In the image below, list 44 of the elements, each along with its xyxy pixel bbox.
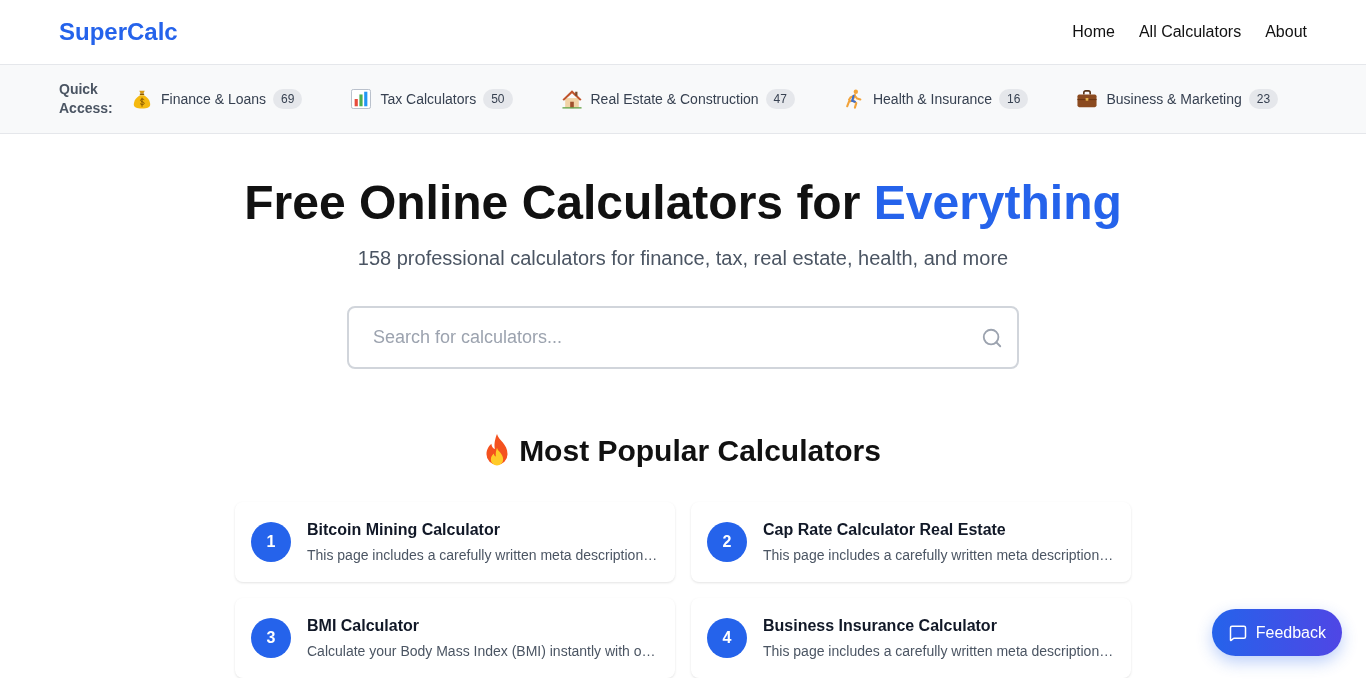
nav-link[interactable]: Home [1072, 23, 1115, 41]
rank-number: 3 [251, 618, 291, 658]
rank-number: 1 [251, 522, 291, 562]
fire-icon [485, 434, 510, 468]
card-title: Business Insurance Calculator [763, 616, 998, 636]
card-title: Bitcoin Mining Calculator [307, 520, 501, 540]
calculator-card[interactable]: 2 Cap Rate Calculator Real Estate This page includes a carefully written meta description… [691, 502, 1131, 582]
count-badge: 23 [1248, 89, 1279, 109]
calculator-card[interactable]: 4 Business Insurance Calculator This page includes a carefully written meta description… [691, 598, 1131, 678]
search-field[interactable]: Search for calculators... [347, 306, 1019, 369]
calculator-card[interactable]: 3 BMI Calculator Calculate your Body Mass Index (BMI) instantly with o… [235, 598, 675, 678]
money-bag-icon [132, 89, 152, 109]
feedback-button[interactable]: Feedback [1211, 609, 1342, 656]
card-description: This page includes a carefully written meta description… [307, 546, 658, 564]
category-link[interactable]: Real Estate & Construction [561, 89, 759, 109]
briefcase-icon [1077, 89, 1098, 109]
bar-chart-icon [351, 89, 372, 109]
rank-number: 4 [707, 618, 747, 658]
category-link[interactable]: Health & Insurance [843, 89, 993, 109]
calculator-card[interactable]: 1 Bitcoin Mining Calculator This page includes a carefully written meta description… [235, 502, 675, 582]
count-badge: 47 [765, 89, 795, 109]
category-link[interactable]: Finance & Loans [132, 89, 267, 109]
hero-subtitle: 158 professional calculators for finance, tax, real estate, health, and more [357, 246, 1009, 271]
card-title: Cap Rate Calculator Real Estate [763, 520, 1007, 540]
card-description: This page includes a carefully written meta description… [763, 642, 1114, 660]
count-badge: 69 [273, 89, 303, 109]
card-description: Calculate your Body Mass Index (BMI) instantly with o… [307, 642, 656, 660]
search-icon [981, 326, 1003, 349]
card-description: This page includes a carefully written meta description… [763, 546, 1114, 564]
nav-link[interactable]: About [1265, 23, 1307, 41]
nav-link[interactable]: All Calculators [1138, 23, 1242, 41]
house-icon [561, 89, 582, 109]
quick-access-label: Quick Access: [59, 80, 114, 118]
hero-title: Free Online Calculators for Everything [244, 175, 1122, 231]
count-badge: 50 [483, 89, 513, 109]
category-link[interactable]: Business & Marketing [1077, 89, 1242, 109]
card-title: BMI Calculator [307, 616, 420, 636]
chat-bubble-icon [1228, 623, 1247, 642]
runner-icon [843, 89, 864, 109]
site-logo[interactable]: SuperCalc [59, 18, 178, 46]
section-title: Most Popular Calculators [519, 433, 881, 469]
rank-number: 2 [707, 522, 747, 562]
count-badge: 16 [999, 89, 1029, 109]
category-link[interactable]: Tax Calculators [351, 89, 477, 109]
